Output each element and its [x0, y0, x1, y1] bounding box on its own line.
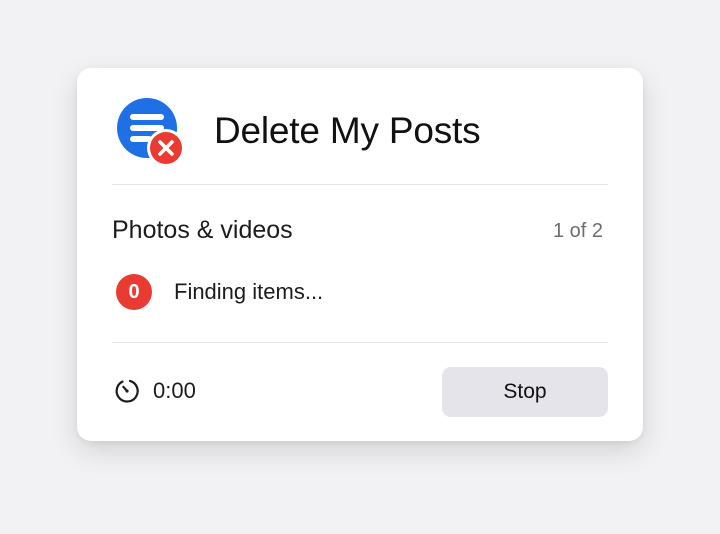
timer-icon [115, 379, 139, 403]
header-divider [112, 184, 608, 185]
list-delete-icon [117, 98, 185, 167]
item-count-badge: 0 [116, 274, 152, 310]
footer-divider [112, 342, 608, 343]
timer-value: 0:00 [153, 378, 196, 403]
app-title: Delete My Posts [214, 110, 481, 151]
section-title: Photos & videos [112, 216, 293, 244]
stop-button[interactable]: Stop [442, 367, 608, 417]
status-text: Finding items... [174, 279, 324, 304]
step-counter: 1 of 2 [552, 220, 603, 242]
delete-posts-card: Delete My Posts Photos & videos 1 of 2 0… [77, 68, 643, 441]
card-header: Delete My Posts [77, 68, 643, 184]
